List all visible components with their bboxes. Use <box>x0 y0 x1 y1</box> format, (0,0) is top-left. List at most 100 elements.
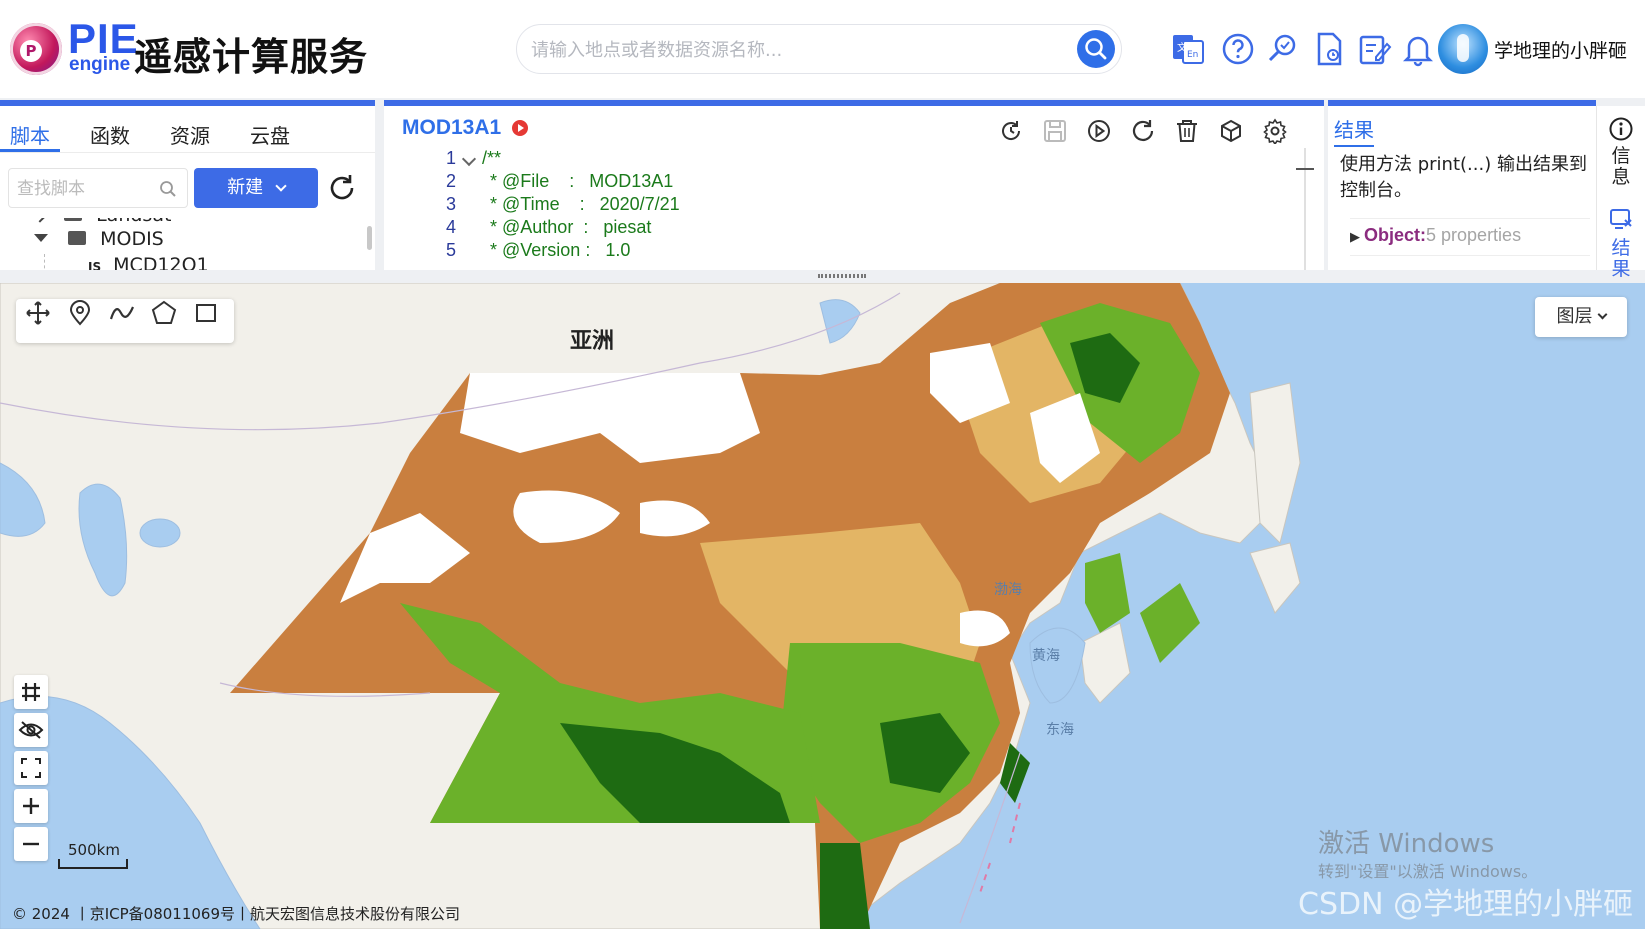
fullscreen-icon <box>21 758 41 778</box>
app-title: 遥感计算服务 <box>134 35 369 79</box>
console-icon[interactable] <box>1608 206 1634 232</box>
editor-scrollbar[interactable] <box>1304 148 1306 270</box>
app-header: P PIE engine 遥感计算服务 文 En <box>0 0 1645 98</box>
script-title: MOD13A1 <box>402 116 502 139</box>
result-object-row[interactable]: ▶ Object:5 properties <box>1350 218 1590 256</box>
map-view[interactable]: 图层 亚洲 渤海 黄海 东海 500km © 2024 丨京ICP备080110… <box>0 283 1645 929</box>
result-panel: 结果 使用方法 print(...) 输出结果到控制台。 ▶ Object:5 p… <box>1328 100 1596 270</box>
copyright: © 2024 丨京ICP备08011069号丨航天宏图信息技术股份有限公司 <box>12 905 461 923</box>
label-asia: 亚洲 <box>570 329 615 354</box>
pan-icon[interactable] <box>24 299 52 327</box>
label-bohai: 渤海 <box>994 582 1022 598</box>
tree-scrollbar[interactable] <box>367 226 372 250</box>
plus-icon <box>23 798 39 814</box>
zoom-out-button[interactable] <box>14 827 48 861</box>
graticule-button[interactable] <box>14 675 48 709</box>
refresh-icon[interactable] <box>326 172 358 204</box>
package-icon[interactable] <box>1218 118 1244 144</box>
logo-icon[interactable]: P <box>10 23 62 75</box>
tab-scripts[interactable]: 脚本 <box>0 112 60 152</box>
info-label[interactable]: 信息 <box>1605 146 1637 188</box>
script-search-input[interactable] <box>17 178 157 200</box>
fullscreen-button[interactable] <box>14 751 48 785</box>
label-yellow-sea: 黄海 <box>1032 648 1060 664</box>
side-rail: 信息 结果 <box>1596 106 1645 280</box>
tab-results[interactable]: 结果 <box>1334 114 1374 147</box>
chevron-down-icon <box>275 180 287 192</box>
polyline-icon[interactable] <box>108 299 136 327</box>
marker-icon[interactable] <box>66 299 94 327</box>
folder-icon <box>68 231 87 245</box>
fold-icon[interactable] <box>461 151 477 167</box>
doc-icon[interactable] <box>1311 31 1347 67</box>
avatar[interactable] <box>1438 24 1488 74</box>
scale-bar: 500km <box>58 841 128 869</box>
grid-icon <box>22 683 40 701</box>
svg-text:En: En <box>1187 50 1198 60</box>
run-icon[interactable] <box>1086 118 1112 144</box>
hide-layers-button[interactable] <box>14 713 48 747</box>
code-editor-panel: MOD13A1 1/** 2 * @File : MOD13A1 3 * @Ti… <box>384 100 1324 270</box>
help-icon[interactable] <box>1220 31 1256 67</box>
tree-item-landsat[interactable]: Landsat <box>34 218 171 226</box>
draw-toolbar <box>16 299 234 343</box>
translate-icon[interactable]: 文 En <box>1170 31 1206 67</box>
result-hint: 使用方法 print(...) 输出结果到控制台。 <box>1340 154 1587 201</box>
logo-sub: engine <box>69 54 131 75</box>
global-search <box>516 24 1122 74</box>
chevron-down-icon <box>1597 309 1607 320</box>
code-line: 5 * @Version : 1.0 <box>445 240 631 260</box>
bell-icon[interactable] <box>1400 31 1436 67</box>
logo-letter: P <box>20 40 42 62</box>
result-label[interactable]: 结果 <box>1605 238 1637 280</box>
scale-label: 500km <box>68 841 120 859</box>
tree-item-mcd12q1[interactable]: JS MCD12Q1 <box>88 254 209 270</box>
search-button[interactable] <box>1077 30 1115 68</box>
settings-icon[interactable] <box>1262 118 1288 144</box>
chevron-right-icon <box>34 218 46 223</box>
username[interactable]: 学地理的小胖砸 <box>1494 36 1627 63</box>
search-icon <box>1085 38 1107 60</box>
svg-text:文: 文 <box>1177 41 1187 54</box>
csdn-watermark: CSDN @学地理的小胖砸 <box>1298 887 1634 922</box>
folder-icon <box>64 218 83 221</box>
minus-icon <box>23 842 39 846</box>
code-line: 4 * @Author : piesat <box>445 217 652 237</box>
save-icon[interactable] <box>1042 118 1068 144</box>
script-panel: 脚本 函数 资源 云盘 新建 Landsat MODIS JS <box>0 100 375 270</box>
reset-icon[interactable] <box>1130 118 1156 144</box>
script-tree: Landsat MODIS JS MCD12Q1 <box>0 218 365 270</box>
zoom-in-button[interactable] <box>14 789 48 823</box>
new-script-button[interactable]: 新建 <box>194 168 318 208</box>
tab-resources[interactable]: 资源 <box>160 112 220 152</box>
delete-icon[interactable] <box>1174 118 1200 144</box>
tab-cloud-disk[interactable]: 云盘 <box>240 112 300 152</box>
code-editor[interactable]: 1/** 2 * @File : MOD13A1 3 * @Time : 2020/… <box>384 148 1304 270</box>
api-search-icon[interactable] <box>1265 31 1301 67</box>
rectangle-icon[interactable] <box>192 299 220 327</box>
info-icon[interactable] <box>1608 116 1634 142</box>
code-line: 1/** <box>445 148 502 168</box>
script-search <box>8 168 188 208</box>
edit-icon[interactable] <box>1356 31 1392 67</box>
history-icon[interactable] <box>998 118 1024 144</box>
label-east-sea: 东海 <box>1046 722 1074 738</box>
eye-off-icon <box>18 721 44 739</box>
windows-watermark-title: 激活 Windows <box>1318 829 1495 859</box>
tree-item-modis[interactable]: MODIS <box>34 228 164 250</box>
code-line: 2 * @File : MOD13A1 <box>445 171 674 191</box>
polygon-icon[interactable] <box>150 299 178 327</box>
search-icon <box>160 181 176 197</box>
object-key: Object: <box>1364 225 1427 245</box>
global-search-input[interactable] <box>531 37 1031 63</box>
caret-right-icon: ▶ <box>1350 229 1360 244</box>
panel-resize-handle[interactable] <box>818 274 866 278</box>
layers-button[interactable]: 图层 <box>1535 297 1627 337</box>
tab-functions[interactable]: 函数 <box>80 112 140 152</box>
script-panel-tabs: 脚本 函数 资源 云盘 <box>0 112 320 152</box>
caret-down-icon <box>34 234 48 242</box>
new-script-label: 新建 <box>227 177 264 198</box>
code-line: 3 * @Time : 2020/7/21 <box>445 194 680 214</box>
record-icon[interactable] <box>512 120 528 136</box>
object-value: 5 properties <box>1426 225 1522 245</box>
